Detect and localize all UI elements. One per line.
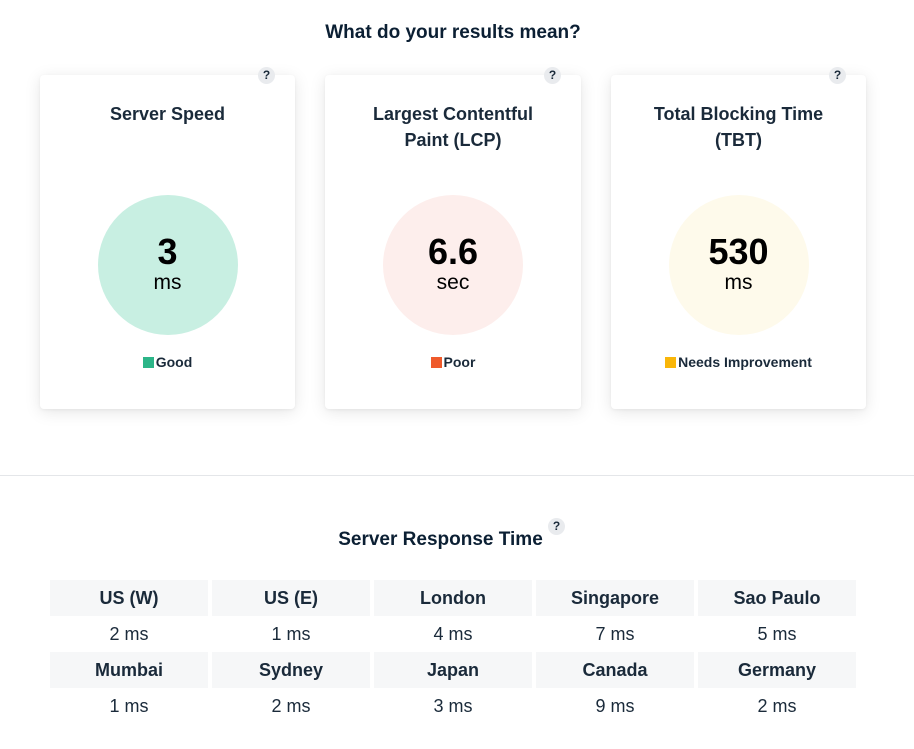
region-time: 3 ms [433, 696, 473, 716]
region-time: 4 ms [433, 624, 473, 644]
region-header-row: US (W) US (E) London Singapore Sao Paulo [50, 580, 856, 616]
server-speed-card: ? Server Speed 3 ms Good [40, 67, 295, 409]
status-label: Needs Improvement [678, 354, 812, 370]
region-time: 2 ms [109, 624, 149, 644]
status-swatch [430, 357, 442, 368]
region-name: Singapore [536, 580, 694, 616]
card-title: Largest Contentful Paint (LCP) [373, 104, 533, 150]
status-swatch [665, 357, 677, 368]
region-name: Mumbai [50, 652, 208, 688]
status-badge: Poor [325, 354, 581, 370]
question-mark-icon[interactable]: ? [829, 67, 846, 84]
gauge-value: 6.6 [427, 231, 479, 272]
section-divider [0, 475, 914, 476]
region-name: Canada [536, 652, 694, 688]
results-heading: What do your results mean? [325, 22, 581, 43]
status-label: Poor [443, 354, 476, 370]
region-time: 7 ms [595, 624, 635, 644]
page: What do your results mean? ? Server Spee… [0, 0, 914, 749]
score-gauge: 6.6 sec [383, 195, 523, 335]
region-name: Sao Paulo [698, 580, 856, 616]
gauge-unit: ms [153, 271, 182, 294]
gauge-unit: ms [724, 271, 753, 294]
gauge-value: 530 [708, 231, 769, 272]
region-name: London [374, 580, 532, 616]
region-time: 1 ms [271, 624, 311, 644]
region-name: Sydney [212, 652, 370, 688]
region-time-row: 2 ms 1 ms 4 ms 7 ms 5 ms [50, 616, 856, 652]
card-title: Total Blocking Time (TBT) [653, 104, 824, 150]
question-mark-icon[interactable]: ? [544, 67, 561, 84]
region-name: US (E) [212, 580, 370, 616]
region-header-row: Mumbai Sydney Japan Canada Germany [50, 652, 856, 688]
region-time: 2 ms [271, 696, 311, 716]
score-gauge: 530 ms [668, 195, 809, 335]
gauge-value: 3 [157, 231, 178, 272]
card-title: Server Speed [109, 104, 226, 124]
status-badge: Needs Improvement [611, 354, 866, 370]
status-badge: Good [40, 354, 295, 370]
region-name: Japan [374, 652, 532, 688]
region-time: 2 ms [757, 696, 797, 716]
score-gauge: 3 ms [97, 195, 238, 335]
region-name: Germany [698, 652, 856, 688]
region-time: 9 ms [595, 696, 635, 716]
status-label: Good [155, 354, 193, 370]
status-swatch [142, 357, 154, 368]
gauge-unit: sec [436, 271, 470, 294]
question-mark-icon[interactable]: ? [258, 67, 275, 84]
lcp-card: ? Largest Contentful Paint (LCP) 6.6 sec… [325, 67, 581, 409]
region-time: 5 ms [757, 624, 797, 644]
tbt-card: ? Total Blocking Time (TBT) 530 ms Needs… [611, 67, 866, 409]
question-mark-icon[interactable]: ? [548, 518, 565, 535]
region-response-table: US (W) US (E) London Singapore Sao Paulo… [50, 580, 856, 724]
server-response-heading: Server Response Time [338, 529, 543, 550]
region-time-row: 1 ms 2 ms 3 ms 9 ms 2 ms [50, 688, 856, 724]
region-time: 1 ms [109, 696, 149, 716]
region-name: US (W) [50, 580, 208, 616]
